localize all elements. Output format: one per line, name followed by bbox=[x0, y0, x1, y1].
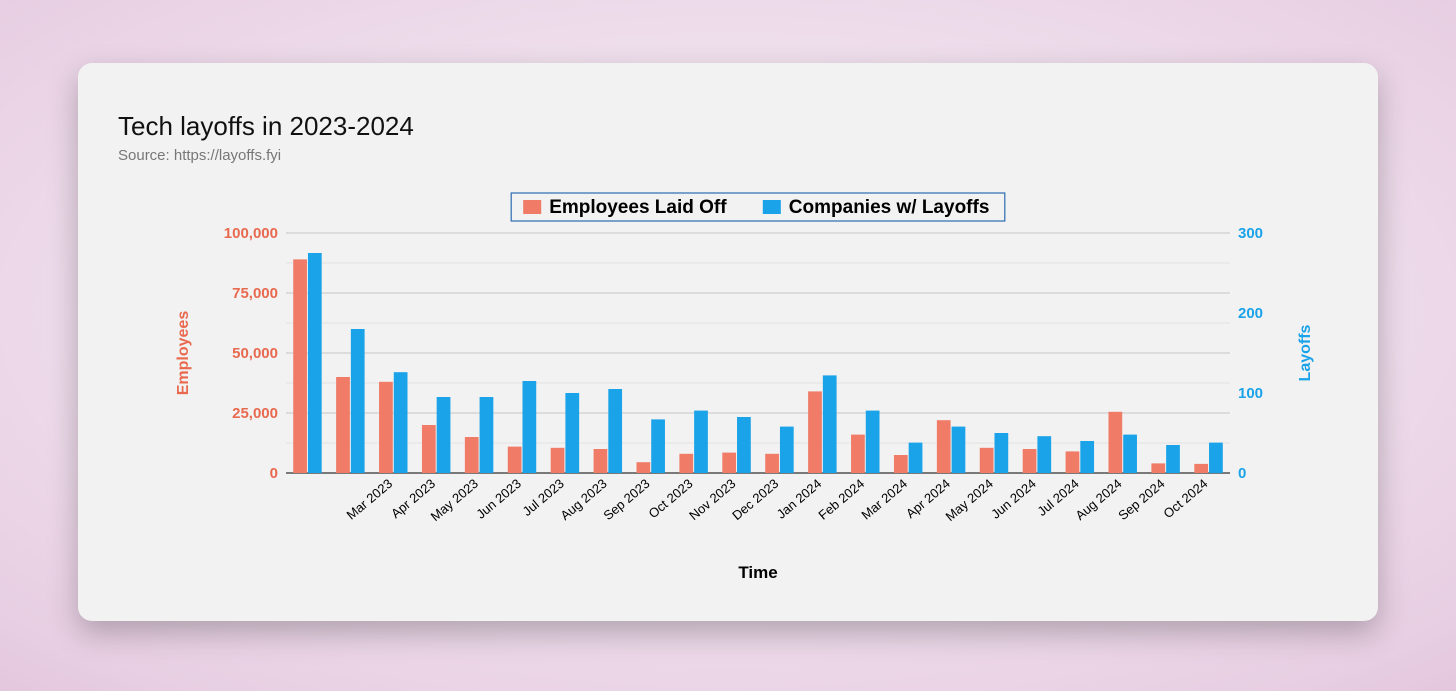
bar-employees bbox=[722, 453, 736, 473]
y-left-tick: 100,000 bbox=[224, 225, 278, 242]
legend-swatch-employees bbox=[523, 200, 541, 214]
x-tick-label: Jan 2024 bbox=[774, 476, 825, 522]
legend-label-companies: Companies w/ Layoffs bbox=[789, 197, 990, 218]
chart-area: 0 25,000 50,000 75,000 100,000 0 100 200 300 Mar … bbox=[118, 173, 1338, 603]
bar-employees bbox=[594, 449, 608, 473]
y-right-axis-title: Layoffs bbox=[1297, 324, 1314, 381]
bar-companies bbox=[523, 381, 537, 473]
y-right-tick: 300 bbox=[1238, 225, 1263, 242]
bar-employees bbox=[1023, 449, 1037, 473]
bar-employees bbox=[379, 382, 393, 473]
bar-employees bbox=[937, 420, 951, 473]
bar-companies bbox=[1037, 436, 1051, 473]
bar-companies bbox=[1123, 435, 1137, 473]
y-left-tick: 25,000 bbox=[232, 405, 278, 422]
y-left-axis-title: Employees bbox=[175, 311, 192, 396]
bar-employees bbox=[980, 448, 994, 473]
bar-companies bbox=[995, 433, 1009, 473]
bar-companies bbox=[437, 397, 451, 473]
bar-employees bbox=[551, 448, 565, 473]
x-axis-title: Time bbox=[738, 563, 777, 582]
x-tick-label: Mar 2023 bbox=[343, 476, 395, 523]
bar-companies bbox=[565, 393, 579, 473]
x-tick-label: May 2024 bbox=[943, 476, 996, 524]
bar-companies bbox=[952, 427, 966, 473]
chart-svg: 0 25,000 50,000 75,000 100,000 0 100 200 300 Mar … bbox=[118, 173, 1338, 603]
y-right-tick: 200 bbox=[1238, 305, 1263, 322]
bar-employees bbox=[851, 435, 865, 473]
x-tick-label: Feb 2024 bbox=[815, 476, 867, 523]
bar-companies bbox=[651, 419, 665, 473]
bar-companies bbox=[480, 397, 494, 473]
bar-employees bbox=[1151, 463, 1165, 473]
bar-employees bbox=[765, 454, 779, 473]
x-tick-label: Jun 2024 bbox=[988, 476, 1039, 522]
bar-companies bbox=[394, 372, 408, 473]
bar-companies bbox=[694, 411, 708, 473]
legend-swatch-companies bbox=[763, 200, 781, 214]
bar-employees bbox=[1108, 412, 1122, 473]
bar-employees bbox=[1066, 451, 1080, 473]
legend-label-employees: Employees Laid Off bbox=[549, 197, 727, 218]
x-tick-label: Mar 2024 bbox=[858, 476, 910, 523]
bar-companies bbox=[1080, 441, 1094, 473]
bar-companies bbox=[909, 443, 923, 473]
bar-employees bbox=[679, 454, 693, 473]
bar-companies bbox=[308, 253, 322, 473]
bar-companies bbox=[1209, 443, 1223, 473]
y-left-tick: 50,000 bbox=[232, 345, 278, 362]
bar-companies bbox=[823, 375, 837, 473]
chart-card: Tech layoffs in 2023-2024 Source: https:… bbox=[78, 63, 1378, 621]
chart-title: Tech layoffs in 2023-2024 bbox=[118, 111, 414, 142]
bar-companies bbox=[1166, 445, 1180, 473]
bar-employees bbox=[636, 462, 650, 473]
bar-employees bbox=[1194, 464, 1208, 473]
legend: Employees Laid Off Companies w/ Layoffs bbox=[511, 193, 1005, 221]
x-tick-label: Oct 2024 bbox=[1160, 476, 1210, 521]
chart-subtitle: Source: https://layoffs.fyi bbox=[118, 147, 281, 164]
bar-companies bbox=[608, 389, 622, 473]
bar-companies bbox=[737, 417, 751, 473]
x-tick-label: May 2023 bbox=[428, 476, 481, 524]
x-tick-label: Aug 2023 bbox=[557, 476, 609, 523]
bar-companies bbox=[780, 427, 794, 473]
bar-employees bbox=[894, 455, 908, 473]
bar-employees bbox=[293, 259, 307, 473]
y-left-tick: 75,000 bbox=[232, 285, 278, 302]
bar-employees bbox=[336, 377, 350, 473]
bar-companies bbox=[351, 329, 365, 473]
x-tick-label: Dec 2023 bbox=[729, 476, 781, 523]
bar-employees bbox=[508, 447, 522, 473]
y-right-tick: 0 bbox=[1238, 465, 1246, 482]
bar-employees bbox=[422, 425, 436, 473]
y-left-tick: 0 bbox=[270, 465, 278, 482]
bar-companies bbox=[866, 411, 880, 473]
bar-employees bbox=[465, 437, 479, 473]
y-right-tick: 100 bbox=[1238, 385, 1263, 402]
bar-employees bbox=[808, 391, 822, 473]
x-tick-label: Aug 2024 bbox=[1072, 476, 1124, 523]
x-tick-label: Nov 2023 bbox=[686, 476, 738, 523]
x-tick-label: Jun 2023 bbox=[473, 476, 524, 522]
x-tick-label: Sep 2024 bbox=[1115, 476, 1167, 523]
x-tick-label: Sep 2023 bbox=[600, 476, 652, 523]
